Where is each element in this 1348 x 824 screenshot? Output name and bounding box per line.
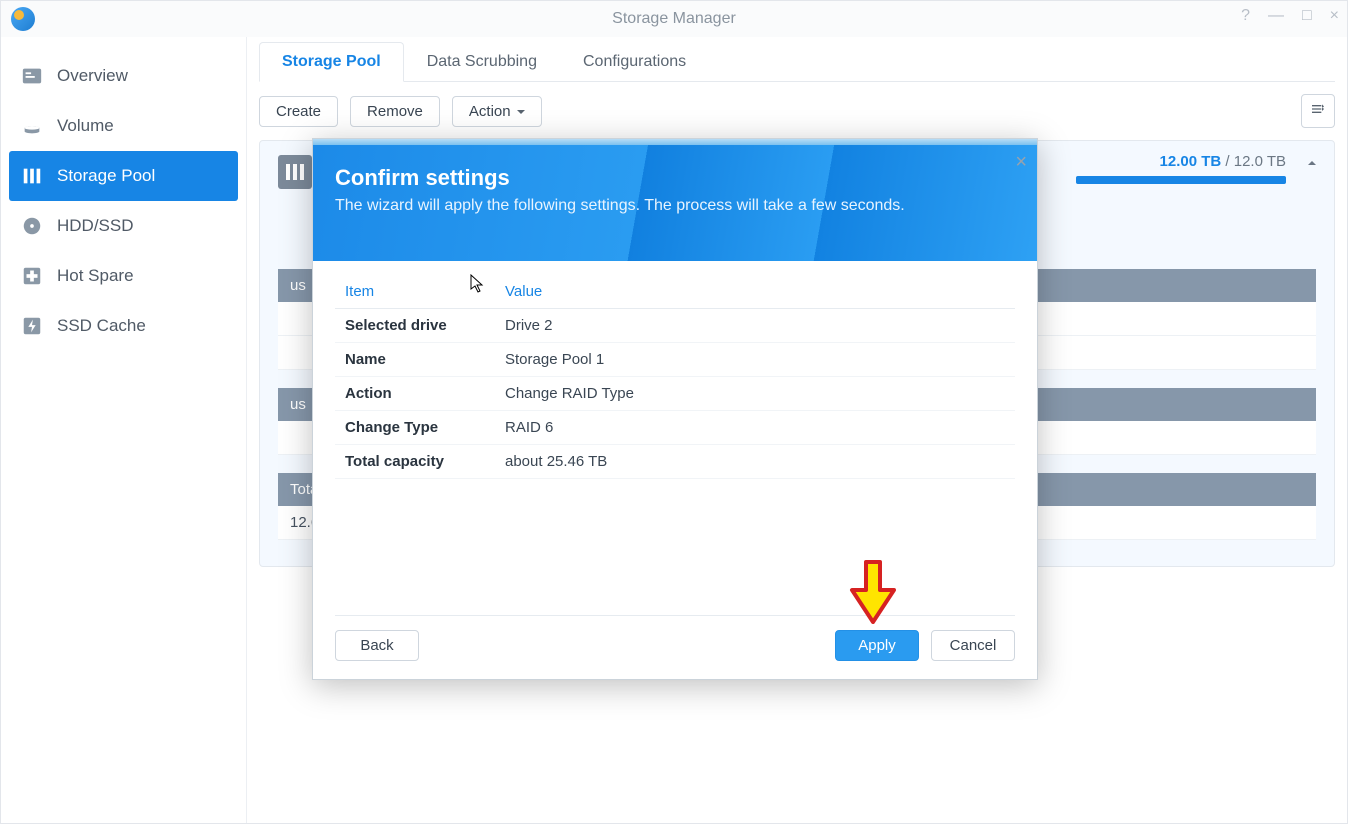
apply-button[interactable]: Apply (835, 630, 919, 661)
settings-row: Selected driveDrive 2 (335, 309, 1015, 343)
dialog-body: Item Value Selected driveDrive 2 NameSto… (313, 261, 1037, 493)
setting-value: about 25.46 TB (495, 445, 1015, 479)
settings-table: Item Value Selected driveDrive 2 NameSto… (335, 275, 1015, 479)
remove-button[interactable]: Remove (350, 96, 440, 127)
settings-row: Total capacityabout 25.46 TB (335, 445, 1015, 479)
dialog-subheading: The wizard will apply the following sett… (335, 197, 1015, 215)
col-item: Item (335, 275, 495, 309)
setting-value: RAID 6 (495, 411, 1015, 445)
close-button[interactable]: × (1330, 7, 1339, 25)
tab-configurations[interactable]: Configurations (560, 42, 709, 82)
cancel-button[interactable]: Cancel (931, 630, 1015, 661)
setting-key: Change Type (335, 411, 495, 445)
pool-usage-bar (1076, 176, 1286, 184)
chevron-up-icon (1304, 155, 1320, 171)
ssd-cache-icon (21, 315, 43, 337)
reorder-button[interactable] (1301, 94, 1335, 128)
collapse-toggle[interactable] (1304, 155, 1320, 176)
help-button[interactable]: ? (1241, 7, 1250, 25)
titlebar: Storage Manager ? — □ × (1, 1, 1347, 37)
settings-row: NameStorage Pool 1 (335, 343, 1015, 377)
sidebar-item-label: Hot Spare (57, 266, 134, 286)
create-button[interactable]: Create (259, 96, 338, 127)
sidebar-item-volume[interactable]: Volume (1, 101, 246, 151)
reorder-icon (1310, 101, 1326, 122)
sidebar-item-storage-pool[interactable]: Storage Pool (9, 151, 238, 201)
minimize-button[interactable]: — (1268, 7, 1284, 25)
sidebar-item-label: Storage Pool (57, 166, 155, 186)
hot-spare-icon (21, 265, 43, 287)
dialog-footer: Back Apply Cancel (335, 615, 1015, 661)
setting-key: Total capacity (335, 445, 495, 479)
tab-bar: Storage Pool Data Scrubbing Configuratio… (259, 41, 1335, 82)
sidebar-item-label: Overview (57, 66, 128, 86)
window-controls: ? — □ × (1241, 7, 1339, 25)
storage-pool-icon (21, 165, 43, 187)
pool-size-text: 12.00 TB / 12.0 TB (1076, 153, 1286, 170)
sidebar-item-hdd-ssd[interactable]: HDD/SSD (1, 201, 246, 251)
dialog-close-button[interactable]: × (1015, 151, 1027, 174)
maximize-button[interactable]: □ (1302, 7, 1312, 25)
tab-storage-pool[interactable]: Storage Pool (259, 42, 404, 82)
setting-key: Action (335, 377, 495, 411)
pool-card-icon (278, 155, 312, 189)
settings-row: ActionChange RAID Type (335, 377, 1015, 411)
volume-icon (21, 115, 43, 137)
pool-capacity-summary: 12.00 TB / 12.0 TB (1076, 153, 1286, 184)
setting-value: Change RAID Type (495, 377, 1015, 411)
hdd-icon (21, 215, 43, 237)
sidebar-item-label: HDD/SSD (57, 216, 134, 236)
pool-sep: / (1221, 153, 1234, 170)
sidebar: Overview Volume Storage Pool HDD/SSD Hot… (1, 37, 247, 823)
pool-total: 12.0 TB (1234, 153, 1286, 170)
confirm-settings-dialog: × Confirm settings The wizard will apply… (312, 138, 1038, 680)
setting-key: Name (335, 343, 495, 377)
tab-data-scrubbing[interactable]: Data Scrubbing (404, 42, 560, 82)
dialog-banner: Confirm settings The wizard will apply t… (313, 145, 1037, 261)
action-dropdown[interactable]: Action (452, 96, 542, 127)
setting-value: Drive 2 (495, 309, 1015, 343)
pool-used: 12.00 TB (1160, 153, 1222, 170)
col-value: Value (495, 275, 1015, 309)
setting-key: Selected drive (335, 309, 495, 343)
sidebar-item-label: Volume (57, 116, 114, 136)
sidebar-item-hot-spare[interactable]: Hot Spare (1, 251, 246, 301)
dialog-heading: Confirm settings (335, 165, 1015, 191)
settings-row: Change TypeRAID 6 (335, 411, 1015, 445)
window-title: Storage Manager (1, 10, 1347, 28)
toolbar: Create Remove Action (259, 82, 1335, 140)
sidebar-item-label: SSD Cache (57, 316, 146, 336)
sidebar-item-ssd-cache[interactable]: SSD Cache (1, 301, 246, 351)
back-button[interactable]: Back (335, 630, 419, 661)
overview-icon (21, 65, 43, 87)
setting-value: Storage Pool 1 (495, 343, 1015, 377)
sidebar-item-overview[interactable]: Overview (1, 51, 246, 101)
